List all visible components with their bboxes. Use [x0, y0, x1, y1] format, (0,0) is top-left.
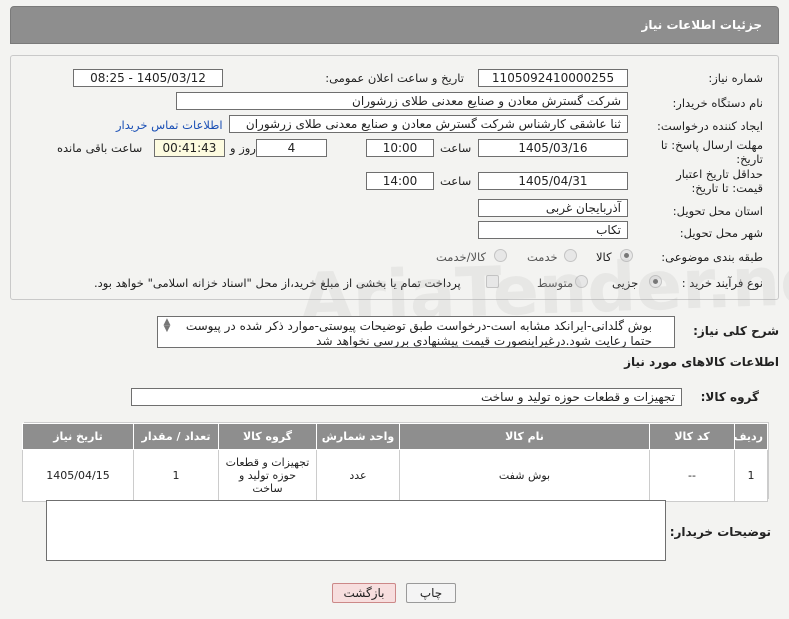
cell-unit: عدد	[316, 449, 400, 502]
table-header-row: ردیف کد کالا نام کالا واحد شمارش گروه کا…	[22, 423, 768, 450]
buyer-contact-link[interactable]: اطلاعات تماس خریدار	[116, 118, 223, 132]
city-field: تکاب	[478, 221, 628, 239]
price-validity-label: حداقل تاریخ اعتبار قیمت: تا تاریخ:	[676, 167, 763, 195]
cell-need-date: 1405/04/15	[22, 449, 134, 502]
validity-hour-label: ساعت	[440, 174, 472, 188]
reply-deadline-label: مهلت ارسال پاسخ: تا تاریخ:	[660, 138, 763, 166]
col-header-group: گروه کالا	[218, 423, 317, 450]
province-label: استان محل تحویل:	[672, 204, 763, 218]
purchase-medium-label: متوسط	[537, 276, 574, 290]
items-table: ردیف کد کالا نام کالا واحد شمارش گروه کا…	[22, 423, 768, 502]
announce-datetime-label: تاریخ و ساعت اعلان عمومی:	[325, 71, 464, 85]
category-radio-goods-service[interactable]	[494, 249, 507, 262]
reply-time-field: 10:00	[366, 139, 434, 157]
buyer-org-label: نام دستگاه خریدار:	[672, 96, 763, 110]
purchase-radio-medium[interactable]	[575, 275, 588, 288]
goods-info-title: اطلاعات کالاهای مورد نیاز	[624, 355, 779, 369]
table-row: 1 -- بوش شفت عدد تجهیزات و قطعات حوزه تو…	[22, 449, 768, 502]
day-and-label: روز و	[230, 141, 256, 155]
reply-date-field: 1405/03/16	[478, 139, 628, 157]
requester-label: ایجاد کننده درخواست:	[657, 119, 763, 133]
reply-hour-label: ساعت	[440, 141, 472, 155]
cell-quantity: 1	[133, 449, 219, 502]
purchase-minor-label: جزیی	[612, 276, 639, 290]
print-button[interactable]: چاپ	[406, 583, 456, 603]
col-header-quantity: تعداد / مقدار	[133, 423, 219, 450]
reply-days-field: 4	[256, 139, 327, 157]
buyer-org-field: شرکت گسترش معادن و صنایع معدنی طلای زرشو…	[176, 92, 628, 110]
purchase-type-label: نوع فرآیند خرید :	[681, 276, 763, 290]
remaining-time-field: 00:41:43	[154, 139, 225, 157]
purchase-radio-minor[interactable]	[649, 275, 662, 288]
general-desc-label: شرح کلی نیاز:	[693, 324, 779, 338]
category-radio-service[interactable]	[564, 249, 577, 262]
items-table-wrapper: ردیف کد کالا نام کالا واحد شمارش گروه کا…	[22, 422, 769, 502]
buyer-notes-textarea[interactable]	[46, 500, 666, 561]
remaining-label: ساعت باقی مانده	[57, 141, 143, 155]
goods-group-field: تجهیزات و قطعات حوزه تولید و ساخت	[131, 388, 682, 406]
category-goods-label: کالا	[596, 250, 612, 264]
need-number-field: 1105092410000255	[478, 69, 628, 87]
validity-date-field: 1405/04/31	[478, 172, 628, 190]
col-header-need-date: تاریخ نیاز	[22, 423, 134, 450]
general-desc-textarea[interactable]: بوش گلدانی-ایرانکد مشابه است-درخواست طبق…	[157, 316, 675, 348]
col-header-name: نام کالا	[399, 423, 650, 450]
cell-code: --	[649, 449, 735, 502]
category-radio-goods[interactable]	[620, 249, 633, 262]
category-goods-service-label: کالا/خدمت	[436, 250, 487, 264]
goods-group-label: گروه کالا:	[700, 390, 759, 404]
cell-group: تجهیزات و قطعات حوزه تولید و ساخت	[218, 449, 317, 502]
validity-time-field: 14:00	[366, 172, 434, 190]
cell-row-number: 1	[734, 449, 768, 502]
scroll-arrows-icon[interactable]: ▲ ▼	[161, 318, 173, 334]
cell-name: بوش شفت	[399, 449, 650, 502]
city-label: شهر محل تحویل:	[679, 226, 763, 240]
page-title: جزئیات اطلاعات نیاز	[10, 6, 779, 44]
general-desc-text: بوش گلدانی-ایرانکد مشابه است-درخواست طبق…	[185, 319, 652, 348]
category-service-label: خدمت	[527, 250, 558, 264]
treasury-payment-checkbox[interactable]	[486, 275, 499, 288]
province-field: آذربایجان غربی	[478, 199, 628, 217]
announce-datetime-field: 1405/03/12 - 08:25	[73, 69, 223, 87]
treasury-payment-note: پرداخت تمام یا بخشی از مبلغ خرید،از محل …	[94, 276, 461, 290]
col-header-unit: واحد شمارش	[316, 423, 400, 450]
back-button[interactable]: بازگشت	[332, 583, 396, 603]
requester-field: ثنا عاشقی کارشناس شرکت گسترش معادن و صنا…	[229, 115, 628, 133]
col-header-code: کد کالا	[649, 423, 735, 450]
col-header-row-number: ردیف	[734, 423, 768, 450]
buyer-notes-label: توضیحات خریدار:	[669, 525, 771, 539]
need-number-label: شماره نیاز:	[708, 71, 763, 85]
category-label: طبقه بندی موضوعی:	[661, 250, 763, 264]
